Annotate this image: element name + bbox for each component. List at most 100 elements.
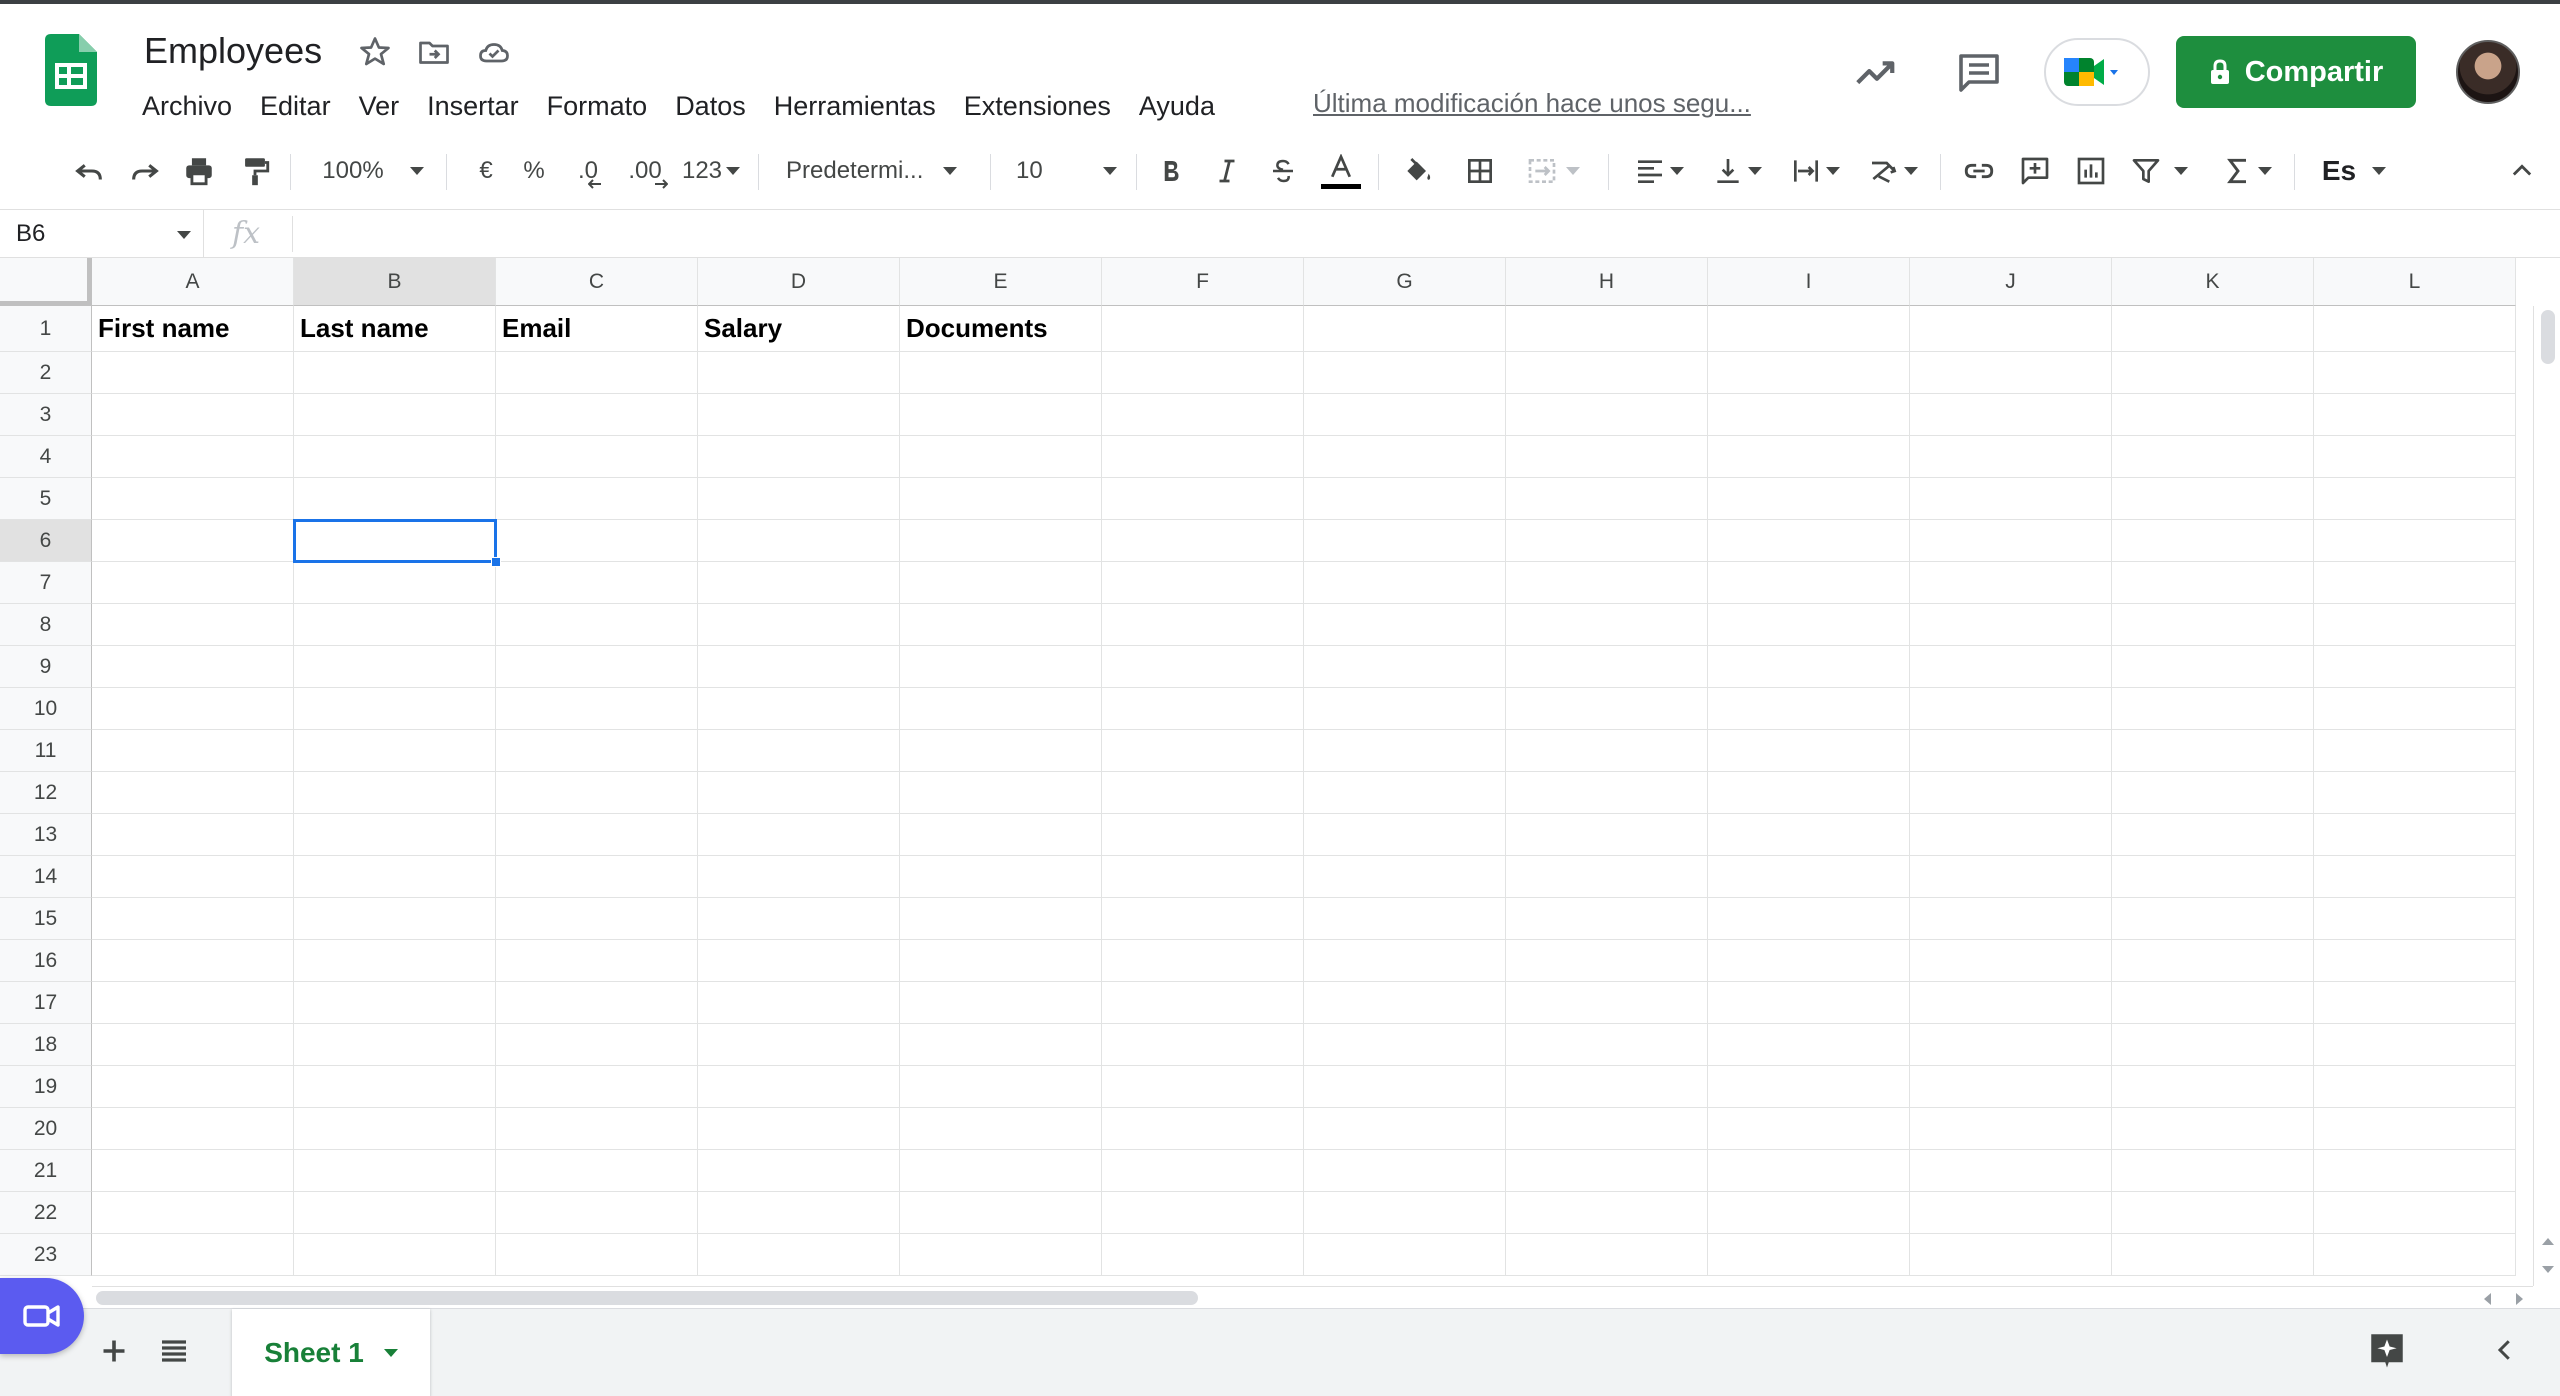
row-header[interactable]: 8 — [0, 604, 92, 646]
cell-G6[interactable] — [1304, 520, 1506, 562]
zoom-select[interactable]: 100% — [318, 150, 428, 192]
cell-E4[interactable] — [900, 436, 1102, 478]
sheets-logo-icon[interactable] — [45, 34, 97, 106]
functions-button[interactable] — [2216, 150, 2278, 192]
cell-G19[interactable] — [1304, 1066, 1506, 1108]
cell-E18[interactable] — [900, 1024, 1102, 1066]
cell-H9[interactable] — [1506, 646, 1708, 688]
column-header[interactable]: B — [294, 258, 496, 306]
cell-K22[interactable] — [2112, 1192, 2314, 1234]
cell-J7[interactable] — [1910, 562, 2112, 604]
cell-D3[interactable] — [698, 394, 900, 436]
cell-E7[interactable] — [900, 562, 1102, 604]
cell-D6[interactable] — [698, 520, 900, 562]
cell-A21[interactable] — [92, 1150, 294, 1192]
cell-J12[interactable] — [1910, 772, 2112, 814]
cell-H1[interactable] — [1506, 306, 1708, 352]
cell-J6[interactable] — [1910, 520, 2112, 562]
cell-G3[interactable] — [1304, 394, 1506, 436]
menu-herramientas[interactable]: Herramientas — [774, 91, 936, 122]
vertical-scrollbar-thumb[interactable] — [2541, 310, 2555, 364]
cell-L18[interactable] — [2314, 1024, 2516, 1066]
cell-G22[interactable] — [1304, 1192, 1506, 1234]
cell-C17[interactable] — [496, 982, 698, 1024]
cell-C21[interactable] — [496, 1150, 698, 1192]
row-header[interactable]: 7 — [0, 562, 92, 604]
input-tools-button[interactable]: Es — [2314, 150, 2394, 192]
cell-B5[interactable] — [294, 478, 496, 520]
cell-F23[interactable] — [1102, 1234, 1304, 1276]
row-header[interactable]: 17 — [0, 982, 92, 1024]
cell-K6[interactable] — [2112, 520, 2314, 562]
cell-B9[interactable] — [294, 646, 496, 688]
cell-J18[interactable] — [1910, 1024, 2112, 1066]
row-header[interactable]: 10 — [0, 688, 92, 730]
meet-call-button[interactable] — [2044, 38, 2150, 106]
insert-comment-button[interactable] — [2014, 150, 2056, 192]
cell-E15[interactable] — [900, 898, 1102, 940]
cell-A16[interactable] — [92, 940, 294, 982]
scroll-right-arrow-icon[interactable] — [2516, 1293, 2523, 1305]
row-header[interactable]: 14 — [0, 856, 92, 898]
cell-L2[interactable] — [2314, 352, 2516, 394]
cell-E1[interactable]: Documents — [900, 306, 1102, 352]
cell-I15[interactable] — [1708, 898, 1910, 940]
cell-E20[interactable] — [900, 1108, 1102, 1150]
cell-B7[interactable] — [294, 562, 496, 604]
cell-K7[interactable] — [2112, 562, 2314, 604]
cell-D11[interactable] — [698, 730, 900, 772]
cell-D16[interactable] — [698, 940, 900, 982]
vertical-align-button[interactable] — [1706, 150, 1768, 192]
horizontal-align-button[interactable] — [1628, 150, 1690, 192]
cell-A13[interactable] — [92, 814, 294, 856]
row-header[interactable]: 3 — [0, 394, 92, 436]
cell-I7[interactable] — [1708, 562, 1910, 604]
paint-format-button[interactable] — [234, 150, 276, 192]
cell-I23[interactable] — [1708, 1234, 1910, 1276]
cell-G10[interactable] — [1304, 688, 1506, 730]
sheet-tab[interactable]: Sheet 1 — [232, 1309, 430, 1396]
meet-present-button[interactable] — [0, 1278, 84, 1354]
cell-C12[interactable] — [496, 772, 698, 814]
cell-F17[interactable] — [1102, 982, 1304, 1024]
activity-dashboard-icon[interactable] — [1852, 50, 1898, 96]
cell-B1[interactable]: Last name — [294, 306, 496, 352]
percent-format-button[interactable]: % — [514, 150, 554, 192]
cell-G18[interactable] — [1304, 1024, 1506, 1066]
cell-G2[interactable] — [1304, 352, 1506, 394]
cell-H18[interactable] — [1506, 1024, 1708, 1066]
cell-H8[interactable] — [1506, 604, 1708, 646]
cell-J3[interactable] — [1910, 394, 2112, 436]
bold-button[interactable] — [1152, 150, 1190, 192]
explore-icon[interactable] — [2366, 1329, 2408, 1371]
cell-I1[interactable] — [1708, 306, 1910, 352]
cell-F15[interactable] — [1102, 898, 1304, 940]
cell-I22[interactable] — [1708, 1192, 1910, 1234]
cell-C8[interactable] — [496, 604, 698, 646]
cell-I16[interactable] — [1708, 940, 1910, 982]
row-header[interactable]: 11 — [0, 730, 92, 772]
font-family-select[interactable]: Predetermi... — [786, 150, 976, 192]
cell-C7[interactable] — [496, 562, 698, 604]
cell-I2[interactable] — [1708, 352, 1910, 394]
cell-B23[interactable] — [294, 1234, 496, 1276]
cell-D21[interactable] — [698, 1150, 900, 1192]
cell-J15[interactable] — [1910, 898, 2112, 940]
cell-C9[interactable] — [496, 646, 698, 688]
row-header[interactable]: 23 — [0, 1234, 92, 1276]
row-header[interactable]: 22 — [0, 1192, 92, 1234]
cell-D22[interactable] — [698, 1192, 900, 1234]
cell-J19[interactable] — [1910, 1066, 2112, 1108]
cell-D1[interactable]: Salary — [698, 306, 900, 352]
cell-J17[interactable] — [1910, 982, 2112, 1024]
cell-B11[interactable] — [294, 730, 496, 772]
cell-D17[interactable] — [698, 982, 900, 1024]
fill-color-button[interactable] — [1398, 150, 1438, 192]
cell-L17[interactable] — [2314, 982, 2516, 1024]
more-formats-select[interactable]: 123 — [676, 150, 746, 192]
menu-ayuda[interactable]: Ayuda — [1139, 91, 1215, 122]
cell-C10[interactable] — [496, 688, 698, 730]
cell-B18[interactable] — [294, 1024, 496, 1066]
cell-L5[interactable] — [2314, 478, 2516, 520]
cell-G7[interactable] — [1304, 562, 1506, 604]
